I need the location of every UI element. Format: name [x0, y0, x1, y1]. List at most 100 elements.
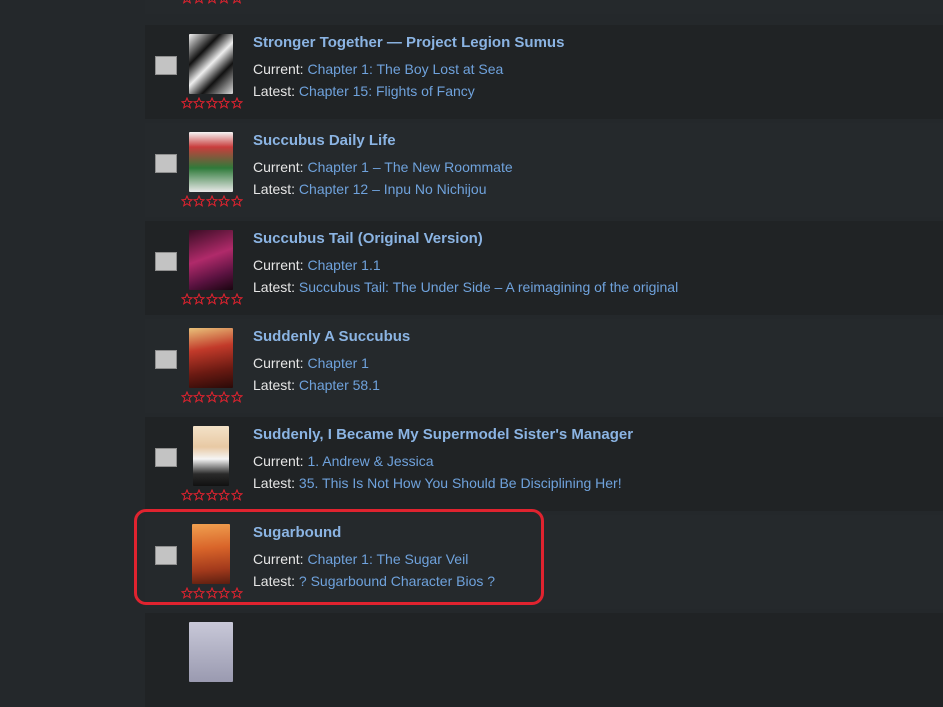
- latest-label: Latest:: [253, 377, 296, 393]
- list-item: Suddenly, I Became My Supermodel Sister'…: [145, 417, 943, 511]
- current-label: Current:: [253, 551, 304, 567]
- star-icon[interactable]: [193, 489, 206, 501]
- star-icon[interactable]: [181, 391, 193, 403]
- star-icon[interactable]: [181, 587, 193, 599]
- star-icon[interactable]: [205, 293, 218, 305]
- star-icon[interactable]: [230, 489, 243, 501]
- cover-image[interactable]: [192, 524, 230, 584]
- select-checkbox[interactable]: [155, 350, 177, 369]
- series-title-link[interactable]: Suddenly, I Became My Supermodel Sister'…: [253, 426, 633, 443]
- star-icon[interactable]: [218, 293, 231, 305]
- star-icon[interactable]: [181, 489, 193, 501]
- rating-stars[interactable]: [181, 293, 243, 307]
- rating-stars[interactable]: [181, 0, 243, 6]
- cover-image[interactable]: [189, 132, 233, 192]
- select-checkbox[interactable]: [155, 252, 177, 271]
- star-icon[interactable]: [193, 97, 206, 109]
- star-icon[interactable]: [193, 391, 206, 403]
- current-chapter-link[interactable]: Chapter 1 – The New Roommate: [307, 159, 512, 175]
- current-chapter-link[interactable]: Chapter 1: The Sugar Veil: [307, 551, 468, 567]
- star-icon[interactable]: [205, 195, 218, 207]
- star-icon[interactable]: [218, 0, 230, 4]
- latest-label: Latest:: [253, 181, 296, 197]
- list-item: Succubus Tail (Original Version) Current…: [145, 221, 943, 315]
- list-item: Sugarbound Current: Chapter 1: The Sugar…: [145, 515, 943, 609]
- star-icon[interactable]: [218, 587, 231, 599]
- cover-image[interactable]: [189, 622, 233, 682]
- star-icon[interactable]: [205, 489, 218, 501]
- latest-chapter: Latest: ? Sugarbound Character Bios ?: [253, 573, 495, 589]
- star-icon[interactable]: [193, 0, 205, 4]
- current-label: Current:: [253, 355, 304, 371]
- list-item: Suddenly A Succubus Current: Chapter 1 L…: [145, 319, 943, 413]
- star-icon[interactable]: [230, 391, 243, 403]
- series-title-link[interactable]: Sugarbound: [253, 524, 341, 541]
- star-icon[interactable]: [230, 587, 243, 599]
- latest-chapter: Latest: Chapter 58.1: [253, 377, 380, 393]
- star-icon[interactable]: [205, 97, 218, 109]
- latest-chapter: Latest: Succubus Tail: The Under Side – …: [253, 279, 678, 295]
- star-icon[interactable]: [181, 195, 193, 207]
- latest-chapter: Latest: 35. This Is Not How You Should B…: [253, 475, 622, 491]
- star-icon[interactable]: [218, 97, 231, 109]
- rating-stars[interactable]: [181, 97, 243, 111]
- current-label: Current:: [253, 257, 304, 273]
- series-title-link[interactable]: Suddenly A Succubus: [253, 328, 410, 345]
- star-icon[interactable]: [218, 195, 231, 207]
- rating-stars[interactable]: [181, 587, 243, 601]
- star-icon[interactable]: [181, 97, 193, 109]
- series-title-link[interactable]: Stronger Together — Project Legion Sumus: [253, 34, 564, 51]
- list-item: Stronger Together — Project Legion Sumus…: [145, 25, 943, 119]
- cover-image[interactable]: [189, 230, 233, 290]
- latest-chapter-link[interactable]: Chapter 12 – Inpu No Nichijou: [299, 181, 487, 197]
- current-chapter: Current: Chapter 1: The Sugar Veil: [253, 551, 468, 567]
- current-chapter-link[interactable]: 1. Andrew & Jessica: [307, 453, 433, 469]
- current-chapter-link[interactable]: Chapter 1.1: [307, 257, 380, 273]
- latest-label: Latest:: [253, 475, 296, 491]
- select-checkbox[interactable]: [155, 154, 177, 173]
- series-title-link[interactable]: Succubus Daily Life: [253, 132, 396, 149]
- star-icon[interactable]: [206, 0, 218, 4]
- reading-list: Stronger Together — Project Legion Sumus…: [145, 0, 943, 707]
- star-icon[interactable]: [231, 0, 243, 4]
- star-icon[interactable]: [218, 391, 231, 403]
- select-checkbox[interactable]: [155, 448, 177, 467]
- current-label: Current:: [253, 453, 304, 469]
- star-icon[interactable]: [218, 489, 231, 501]
- series-title-link[interactable]: Succubus Tail (Original Version): [253, 230, 483, 247]
- cover-image[interactable]: [189, 328, 233, 388]
- star-icon[interactable]: [230, 293, 243, 305]
- list-item: [145, 0, 943, 14]
- current-chapter: Current: Chapter 1.1: [253, 257, 381, 273]
- current-chapter: Current: Chapter 1: The Boy Lost at Sea: [253, 61, 503, 77]
- cover-image[interactable]: [193, 426, 229, 486]
- select-checkbox[interactable]: [155, 56, 177, 75]
- star-icon[interactable]: [230, 97, 243, 109]
- rating-stars[interactable]: [181, 391, 243, 405]
- latest-chapter-link[interactable]: Chapter 15: Flights of Fancy: [299, 83, 475, 99]
- latest-chapter-link[interactable]: Chapter 58.1: [299, 377, 380, 393]
- star-icon[interactable]: [205, 587, 218, 599]
- star-icon[interactable]: [181, 0, 193, 4]
- cover-image[interactable]: [189, 34, 233, 94]
- latest-chapter-link[interactable]: Succubus Tail: The Under Side – A reimag…: [299, 279, 678, 295]
- latest-label: Latest:: [253, 83, 296, 99]
- select-checkbox[interactable]: [155, 546, 177, 565]
- current-chapter: Current: Chapter 1 – The New Roommate: [253, 159, 513, 175]
- current-label: Current:: [253, 159, 304, 175]
- rating-stars[interactable]: [181, 489, 243, 503]
- latest-chapter: Latest: Chapter 15: Flights of Fancy: [253, 83, 475, 99]
- latest-label: Latest:: [253, 573, 296, 589]
- latest-chapter-link[interactable]: 35. This Is Not How You Should Be Discip…: [299, 475, 622, 491]
- star-icon[interactable]: [230, 195, 243, 207]
- star-icon[interactable]: [193, 195, 206, 207]
- current-chapter-link[interactable]: Chapter 1: [307, 355, 368, 371]
- latest-chapter-link[interactable]: ? Sugarbound Character Bios ?: [299, 573, 495, 589]
- star-icon[interactable]: [205, 391, 218, 403]
- star-icon[interactable]: [193, 587, 206, 599]
- current-chapter-link[interactable]: Chapter 1: The Boy Lost at Sea: [307, 61, 503, 77]
- star-icon[interactable]: [193, 293, 206, 305]
- rating-stars[interactable]: [181, 195, 243, 209]
- list-item: Succubus Daily Life Current: Chapter 1 –…: [145, 123, 943, 217]
- star-icon[interactable]: [181, 293, 193, 305]
